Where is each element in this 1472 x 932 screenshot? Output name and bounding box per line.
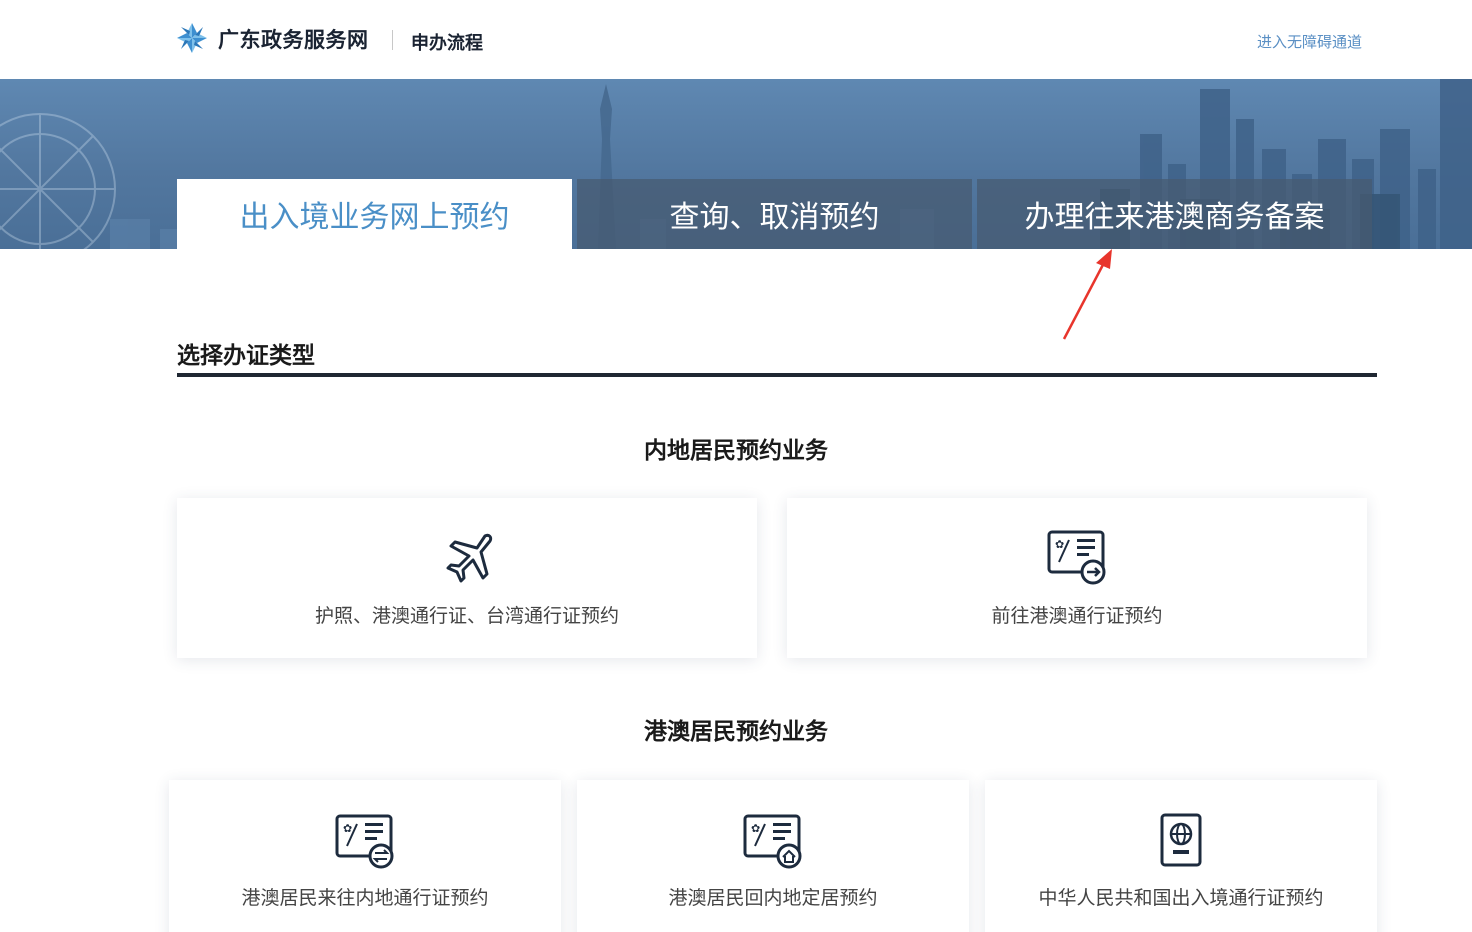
card-label: 港澳居民来往内地通行证预约	[241, 887, 489, 909]
annotation-arrow-icon	[1062, 249, 1112, 340]
card-label: 护照、港澳通行证、台湾通行证预约	[314, 605, 619, 627]
tab-query-cancel[interactable]: 查询、取消预约	[577, 179, 972, 249]
card-hk-permit-appointment[interactable]: ✿ 前往港澳通行证预约	[787, 498, 1367, 658]
card-label: 中华人民共和国出入境通行证预约	[1038, 887, 1324, 909]
header-divider	[392, 30, 393, 50]
svg-text:✿: ✿	[751, 822, 760, 835]
svg-text:✿: ✿	[343, 822, 352, 835]
page-header: 广东政务服务网 申办流程 进入无障碍通道	[0, 0, 1472, 79]
section-title: 选择办证类型	[177, 343, 315, 369]
section-divider	[177, 373, 1377, 377]
airplane-icon	[446, 533, 493, 583]
passport-icon	[1160, 813, 1202, 867]
card-hk-resident-permit[interactable]: ✿ 港澳居民来往内地通行证预约	[169, 780, 561, 932]
card-exit-entry-permit[interactable]: 中华人民共和国出入境通行证预约	[985, 780, 1377, 932]
group-title-hk-macao: 港澳居民预约业务	[644, 719, 828, 745]
card-passport-appointment[interactable]: 护照、港澳通行证、台湾通行证预约	[177, 498, 757, 658]
tab-business-filing[interactable]: 办理往来港澳商务备案	[977, 179, 1372, 249]
site-logo-icon[interactable]	[176, 22, 208, 54]
card-label: 前往港澳通行证预约	[991, 605, 1163, 627]
hk-permit-outbound-icon: ✿	[1047, 530, 1106, 585]
group-title-mainland: 内地居民预约业务	[644, 438, 828, 464]
card-hk-settlement[interactable]: ✿ 港澳居民回内地定居预约	[577, 780, 969, 932]
accessibility-link[interactable]: 进入无障碍通道	[1257, 31, 1362, 52]
site-name[interactable]: 广东政务服务网	[218, 24, 369, 54]
process-link[interactable]: 申办流程	[411, 29, 483, 55]
card-label: 港澳居民回内地定居预约	[668, 887, 878, 909]
tab-online-appointment[interactable]: 出入境业务网上预约	[177, 179, 572, 249]
hk-permit-home-icon: ✿	[743, 814, 802, 869]
service-tabs: 出入境业务网上预约 查询、取消预约 办理往来港澳商务备案	[177, 179, 1373, 249]
svg-text:✿: ✿	[1055, 538, 1064, 551]
hk-permit-exchange-icon: ✿	[335, 814, 394, 869]
